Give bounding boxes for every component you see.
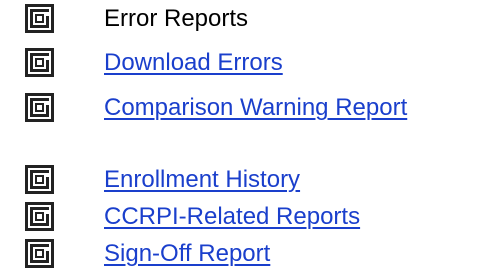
square-spiral-icon <box>25 239 54 268</box>
square-spiral-icon <box>25 4 54 33</box>
menu-item-enrollment-history[interactable]: Enrollment History <box>0 161 486 201</box>
menu-item-comparison-warning-report[interactable]: Comparison Warning Report <box>0 89 486 129</box>
square-spiral-icon <box>25 93 54 122</box>
square-spiral-icon <box>25 48 54 77</box>
report-menu: Error Reports Download Errors Comparison… <box>0 0 486 271</box>
menu-item-error-reports: Error Reports <box>0 0 486 40</box>
sign-off-report-link[interactable]: Sign-Off Report <box>104 235 270 271</box>
enrollment-history-link[interactable]: Enrollment History <box>104 161 300 199</box>
comparison-warning-report-link[interactable]: Comparison Warning Report <box>104 89 407 127</box>
menu-item-download-errors[interactable]: Download Errors <box>0 44 486 84</box>
menu-item-label: Error Reports <box>104 5 249 32</box>
ccrpi-related-reports-link[interactable]: CCRPI-Related Reports <box>104 198 360 236</box>
square-spiral-icon <box>25 202 54 231</box>
square-spiral-icon <box>25 165 54 194</box>
download-errors-link[interactable]: Download Errors <box>104 44 283 82</box>
menu-item-ccrpi-related-reports[interactable]: CCRPI-Related Reports <box>0 198 486 238</box>
menu-item-sign-off-report[interactable]: Sign-Off Report <box>0 235 486 271</box>
